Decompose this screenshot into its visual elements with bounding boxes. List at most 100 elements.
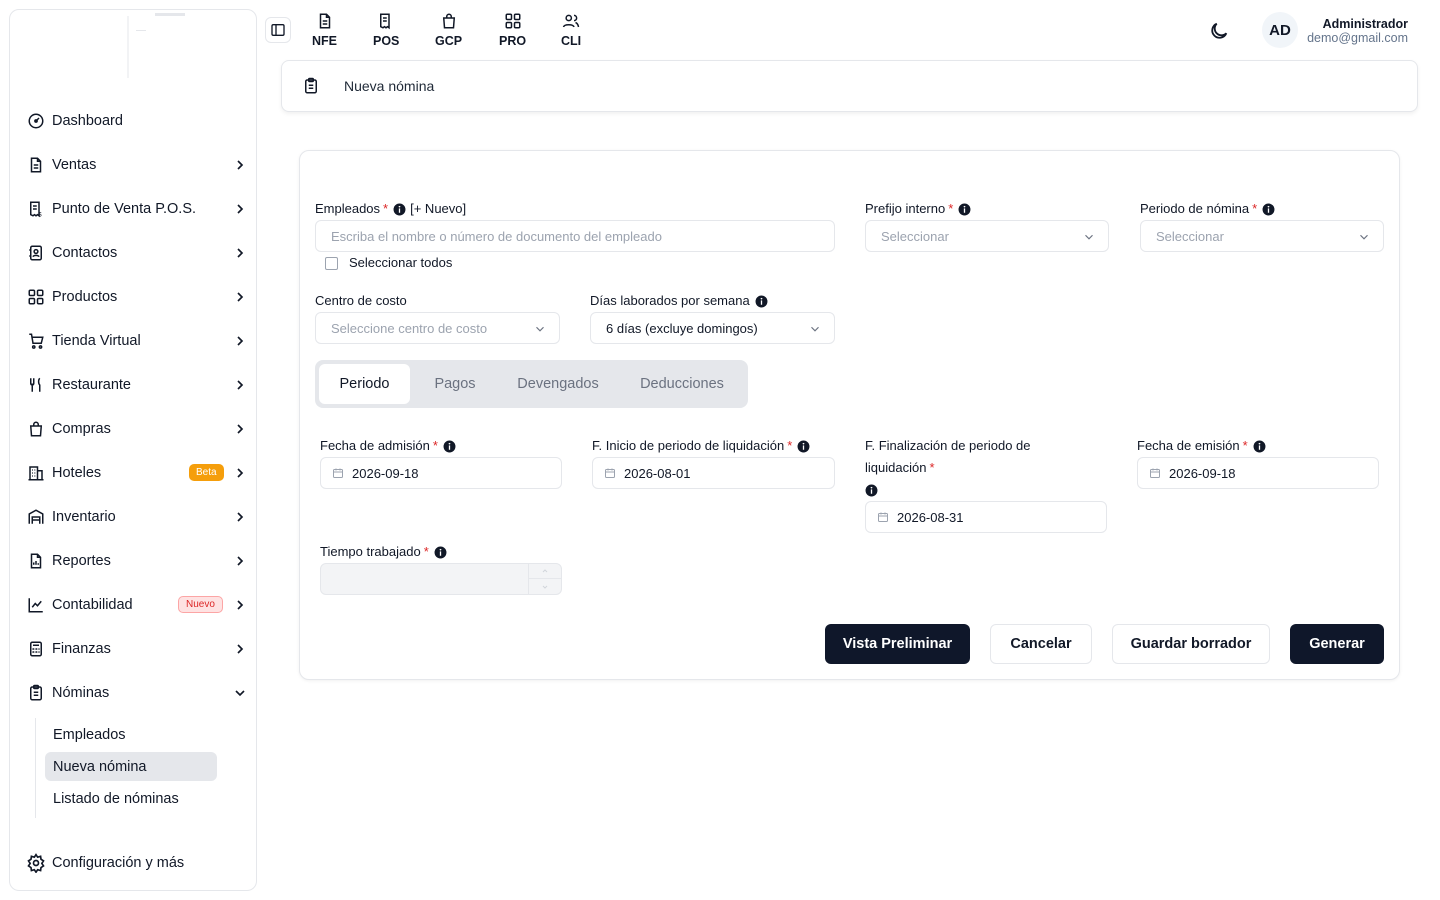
sidebar-item-productos[interactable]: Productos xyxy=(10,281,256,313)
preview-button[interactable]: Vista Preliminar xyxy=(825,624,970,664)
chevron-right-icon xyxy=(237,556,244,566)
stepper-controls xyxy=(528,564,561,594)
sidebar-item-label: Reportes xyxy=(52,553,111,569)
shortcut-gcp[interactable]: GCP xyxy=(435,12,462,48)
svg-text:$: $ xyxy=(38,213,42,219)
info-icon[interactable] xyxy=(1262,203,1275,216)
select-all-checkbox[interactable] xyxy=(325,257,338,270)
emision-date-input[interactable]: 2026-09-18 xyxy=(1137,457,1379,489)
prefijo-label: Prefijo interno * xyxy=(865,198,971,220)
sidebar-item-hoteles[interactable]: Hoteles Beta xyxy=(10,457,256,489)
fin-label-line2: liquidación * xyxy=(865,457,935,479)
periodo-select[interactable]: Seleccionar xyxy=(1140,220,1384,252)
info-icon[interactable] xyxy=(393,203,406,216)
pos-receipt-icon xyxy=(380,13,390,30)
shortcut-pos[interactable]: POS xyxy=(373,12,399,48)
clipboard-icon xyxy=(26,683,46,703)
select-value: 6 días (excluye domingos) xyxy=(606,320,758,336)
sidebar-item-tienda-virtual[interactable]: Tienda Virtual xyxy=(10,325,256,357)
sidebar-subitem-listado-nominas[interactable]: Listado de nóminas xyxy=(45,784,217,813)
sidebar-item-dashboard[interactable]: Dashboard xyxy=(10,105,256,137)
cancel-button[interactable]: Cancelar xyxy=(990,624,1092,664)
label-text: Empleados xyxy=(315,201,381,216)
shortcut-label: PRO xyxy=(499,34,527,48)
chevron-right-icon xyxy=(237,204,244,214)
label-text: liquidación xyxy=(865,460,927,475)
sidebar-subitem-nueva-nomina[interactable]: Nueva nómina xyxy=(45,752,217,781)
chevron-right-icon xyxy=(237,292,244,302)
tab-periodo[interactable]: Periodo xyxy=(319,364,410,404)
sidebar-item-pos[interactable]: $ Punto de Venta P.O.S. xyxy=(10,193,256,225)
admision-label: Fecha de admisión * xyxy=(320,435,456,457)
select-all-label: Seleccionar todos xyxy=(349,255,453,270)
chevron-right-icon xyxy=(237,248,244,258)
sidebar-item-label: Dashboard xyxy=(52,113,123,129)
admision-date-input[interactable]: 2026-09-18 xyxy=(320,457,562,489)
sidebar-subitem-empleados[interactable]: Empleados xyxy=(45,720,217,749)
info-icon[interactable] xyxy=(797,440,810,453)
sidebar: Dashboard Ventas $ Punto de Venta P.O.S.… xyxy=(9,9,257,891)
stepper-down-button[interactable] xyxy=(529,579,561,594)
sidebar-item-compras[interactable]: Compras xyxy=(10,413,256,445)
document-icon xyxy=(319,13,330,29)
centro-select[interactable]: Seleccione centro de costo xyxy=(315,312,560,344)
save-draft-button[interactable]: Guardar borrador xyxy=(1112,624,1270,664)
tab-devengados[interactable]: Devengados xyxy=(500,364,616,404)
shopping-bag-icon xyxy=(442,13,455,29)
dark-mode-toggle[interactable] xyxy=(1208,20,1230,42)
chevron-down-icon xyxy=(1085,234,1093,240)
inicio-date-input[interactable]: 2026-08-01 xyxy=(592,457,835,489)
info-icon[interactable] xyxy=(443,440,456,453)
fin-date-input[interactable]: 2026-08-31 xyxy=(865,501,1107,533)
chevron-right-icon xyxy=(237,468,244,478)
grid-icon xyxy=(505,13,521,29)
tab-pagos[interactable]: Pagos xyxy=(414,364,496,404)
tab-deducciones[interactable]: Deducciones xyxy=(620,364,744,404)
sidebar-item-ventas[interactable]: Ventas xyxy=(10,149,256,181)
required-mark: * xyxy=(1242,438,1248,453)
sidebar-item-configuracion[interactable]: Configuración y más xyxy=(10,847,256,879)
calendar-icon xyxy=(1150,468,1160,478)
sidebar-item-label: Inventario xyxy=(52,509,116,525)
chevron-down-icon xyxy=(1360,234,1368,240)
required-mark: * xyxy=(948,201,954,216)
shortcut-label: POS xyxy=(373,34,400,48)
generate-button[interactable]: Generar xyxy=(1290,624,1384,664)
empleados-search-input[interactable]: Escriba el nombre o número de documento … xyxy=(315,220,835,252)
avatar[interactable]: AD xyxy=(1262,12,1298,48)
date-value: 2026-09-18 xyxy=(1169,465,1236,481)
label-text: Tiempo trabajado xyxy=(320,544,421,559)
chevron-right-icon xyxy=(237,336,244,346)
sidebar-item-finanzas[interactable]: Finanzas xyxy=(10,633,256,665)
sidebar-item-contactos[interactable]: Contactos xyxy=(10,237,256,269)
chevron-down-icon xyxy=(811,326,819,332)
info-icon[interactable] xyxy=(1253,440,1266,453)
shortcut-label: GCP xyxy=(435,34,463,48)
tiempo-stepper[interactable] xyxy=(320,563,562,595)
info-icon[interactable] xyxy=(958,203,971,216)
sidebar-item-contabilidad[interactable]: Contabilidad Nuevo xyxy=(10,589,256,621)
required-mark: * xyxy=(1252,201,1258,216)
sidebar-toggle-button[interactable] xyxy=(265,17,291,43)
logo[interactable] xyxy=(80,10,200,90)
sidebar-item-reportes[interactable]: Reportes xyxy=(10,545,256,577)
info-icon[interactable] xyxy=(865,484,878,497)
nuevo-badge: Nuevo xyxy=(178,596,223,613)
moon-icon xyxy=(1211,22,1228,39)
shortcut-nfe[interactable]: NFE xyxy=(312,12,337,48)
dias-select[interactable]: 6 días (excluye domingos) xyxy=(590,312,835,344)
label-text: Fecha de admisión xyxy=(320,438,430,453)
sidebar-item-nominas[interactable]: Nóminas xyxy=(10,677,256,709)
stepper-up-button[interactable] xyxy=(529,564,561,579)
new-employee-link[interactable]: [+ Nuevo] xyxy=(410,198,466,220)
sidebar-item-label: Finanzas xyxy=(52,641,111,657)
info-icon[interactable] xyxy=(434,546,447,559)
sidebar-item-label: Hoteles xyxy=(52,465,102,481)
sidebar-item-inventario[interactable]: Inventario xyxy=(10,501,256,533)
users-icon xyxy=(562,14,580,28)
shortcut-cli[interactable]: CLI xyxy=(561,12,581,48)
prefijo-select[interactable]: Seleccionar xyxy=(865,220,1109,252)
sidebar-item-restaurante[interactable]: Restaurante xyxy=(10,369,256,401)
info-icon[interactable] xyxy=(755,295,768,308)
shortcut-pro[interactable]: PRO xyxy=(499,12,526,48)
